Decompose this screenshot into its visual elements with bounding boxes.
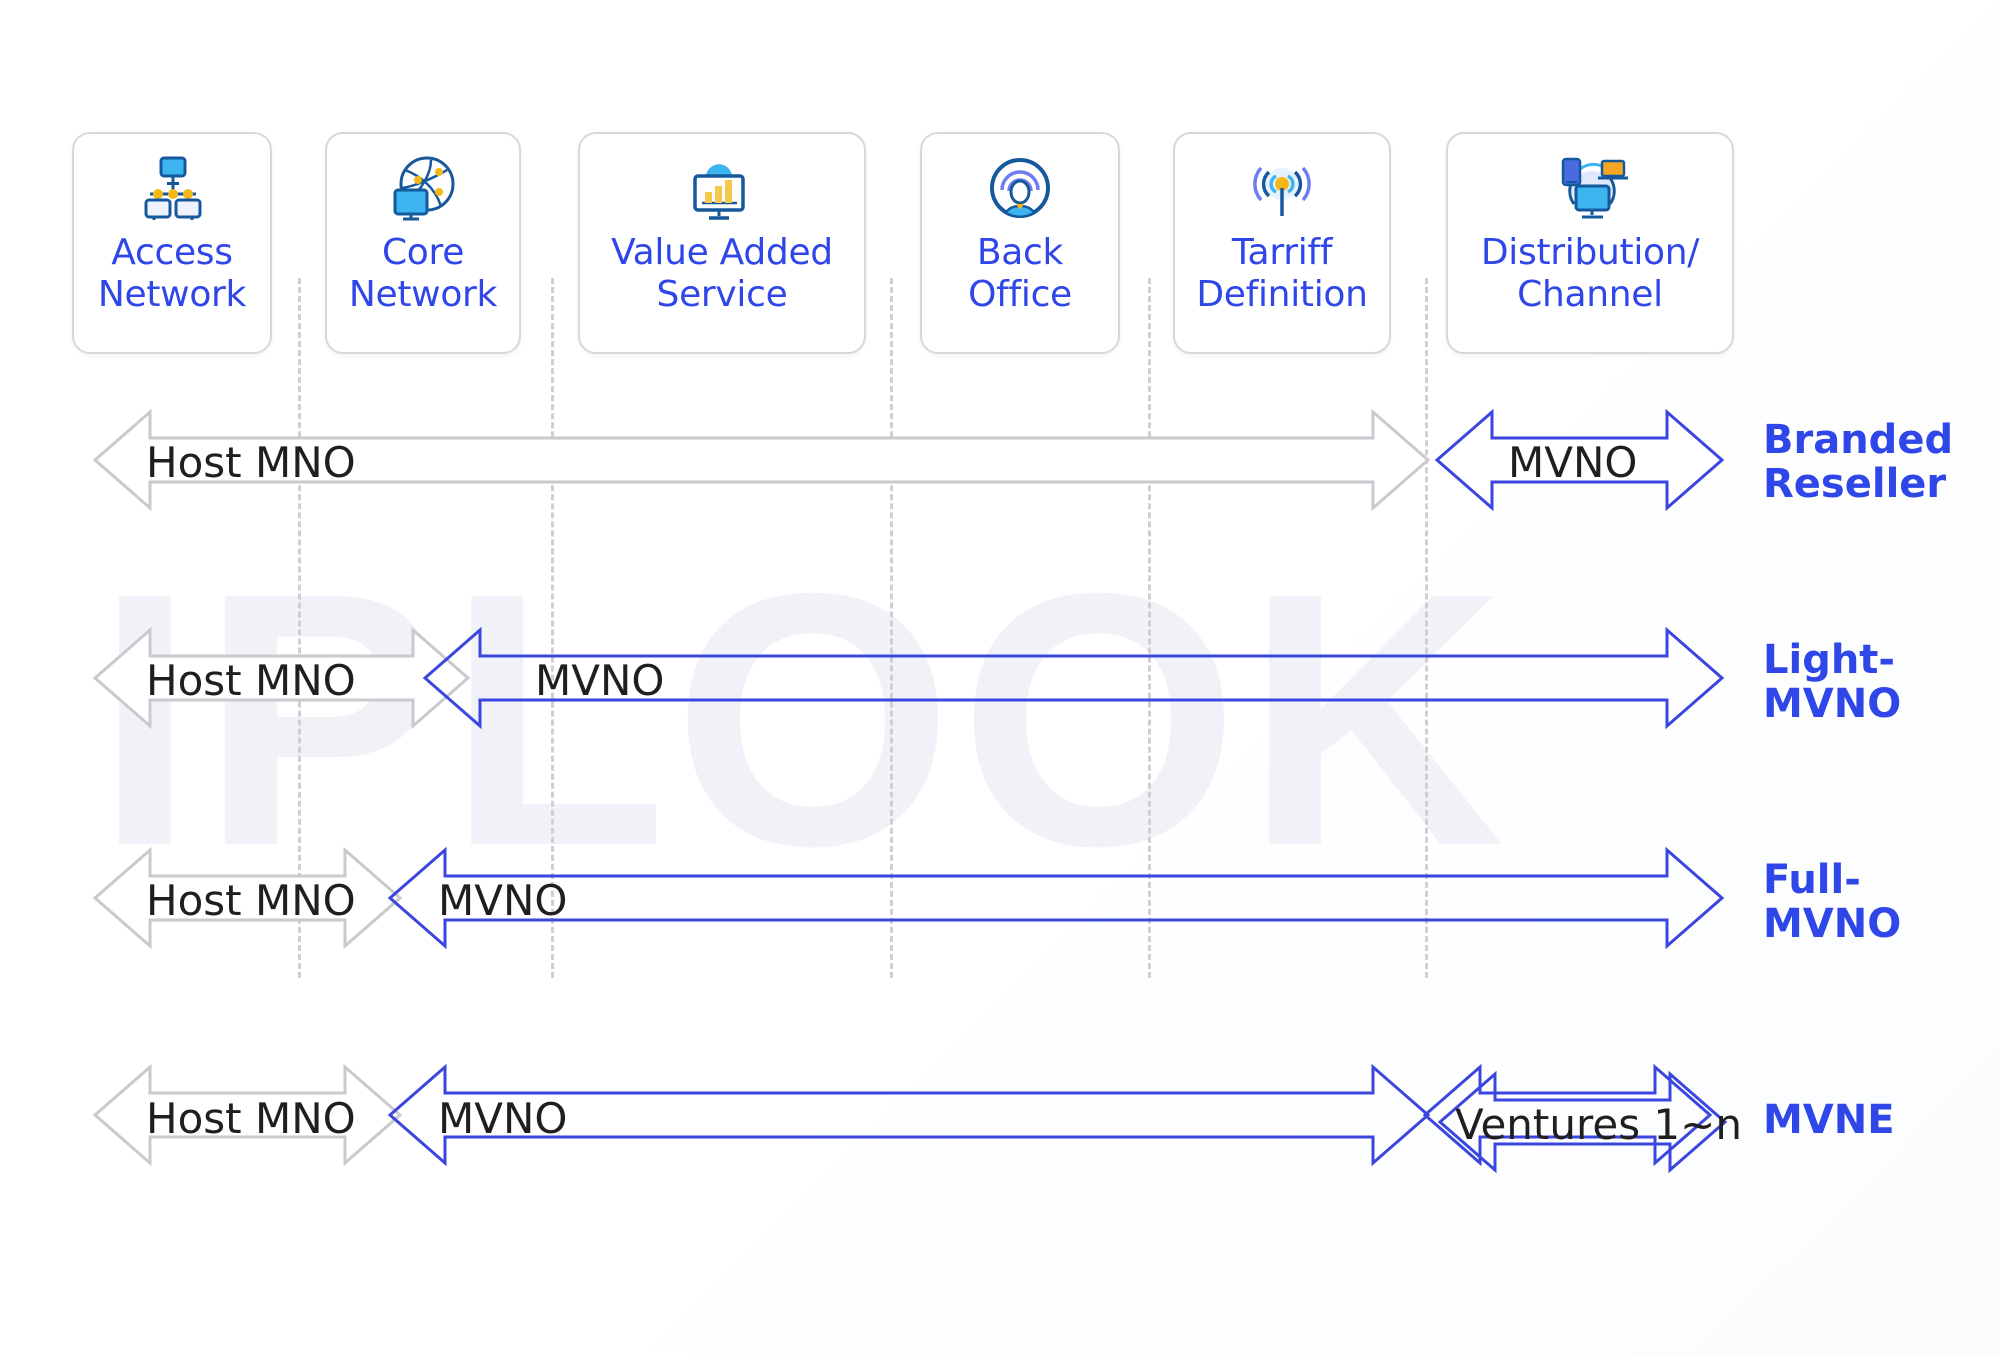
mvno-arrow-shape xyxy=(387,846,1725,950)
distribution-channel-icon xyxy=(1550,152,1630,226)
segment-label-mvno: MVNO xyxy=(1508,438,1638,487)
row-full-mvno: Host MNO MVNO xyxy=(0,838,2000,958)
card-core-network[interactable]: Core Network xyxy=(325,132,521,354)
card-back-office[interactable]: Back Office xyxy=(920,132,1120,354)
segment-label-mvno: MVNO xyxy=(535,656,665,705)
segment-label-mvno: MVNO xyxy=(438,1094,568,1143)
row-label-light-mvno: Light- MVNO xyxy=(1763,637,1902,727)
row-label-branded-reseller: Branded Reseller xyxy=(1763,417,1954,507)
segment-label-host-mno: Host MNO xyxy=(146,656,356,705)
tarriff-definition-icon xyxy=(1246,152,1318,226)
segment-label-mvno: MVNO xyxy=(438,876,568,925)
card-access-network[interactable]: Access Network xyxy=(72,132,272,354)
card-value-added-service[interactable]: Value Added Service xyxy=(578,132,866,354)
row-light-mvno: Host MNO MVNO xyxy=(0,618,2000,738)
card-label: Value Added Service xyxy=(611,232,833,315)
segment-label-ventures: Ventures 1~n xyxy=(1455,1100,1742,1149)
segment-label-host-mno: Host MNO xyxy=(146,876,356,925)
row-branded-reseller: Host MNO MVNO xyxy=(0,400,2000,520)
segment-label-host-mno: Host MNO xyxy=(146,1094,356,1143)
row-label-mvne: MVNE xyxy=(1763,1097,1895,1143)
card-tarriff-definition[interactable]: Tarriff Definition xyxy=(1173,132,1391,354)
card-distribution-channel[interactable]: Distribution/ Channel xyxy=(1446,132,1734,354)
diagram-canvas: IPLOOK Access Network Core Network Value… xyxy=(0,0,2000,1355)
core-network-icon xyxy=(387,152,459,226)
card-label: Core Network xyxy=(348,232,498,315)
card-label: Tarriff Definition xyxy=(1196,232,1368,315)
card-label: Back Office xyxy=(968,232,1072,315)
back-office-icon xyxy=(984,152,1056,226)
segment-label-host-mno: Host MNO xyxy=(146,438,356,487)
row-mvne: Host MNO MVNO Ventures 1~n xyxy=(0,1052,2000,1182)
card-label: Access Network xyxy=(97,232,247,315)
card-label: Distribution/ Channel xyxy=(1480,232,1700,315)
access-network-icon xyxy=(136,152,208,226)
value-added-service-icon xyxy=(684,152,760,226)
row-label-full-mvno: Full- MVNO xyxy=(1763,857,1902,947)
